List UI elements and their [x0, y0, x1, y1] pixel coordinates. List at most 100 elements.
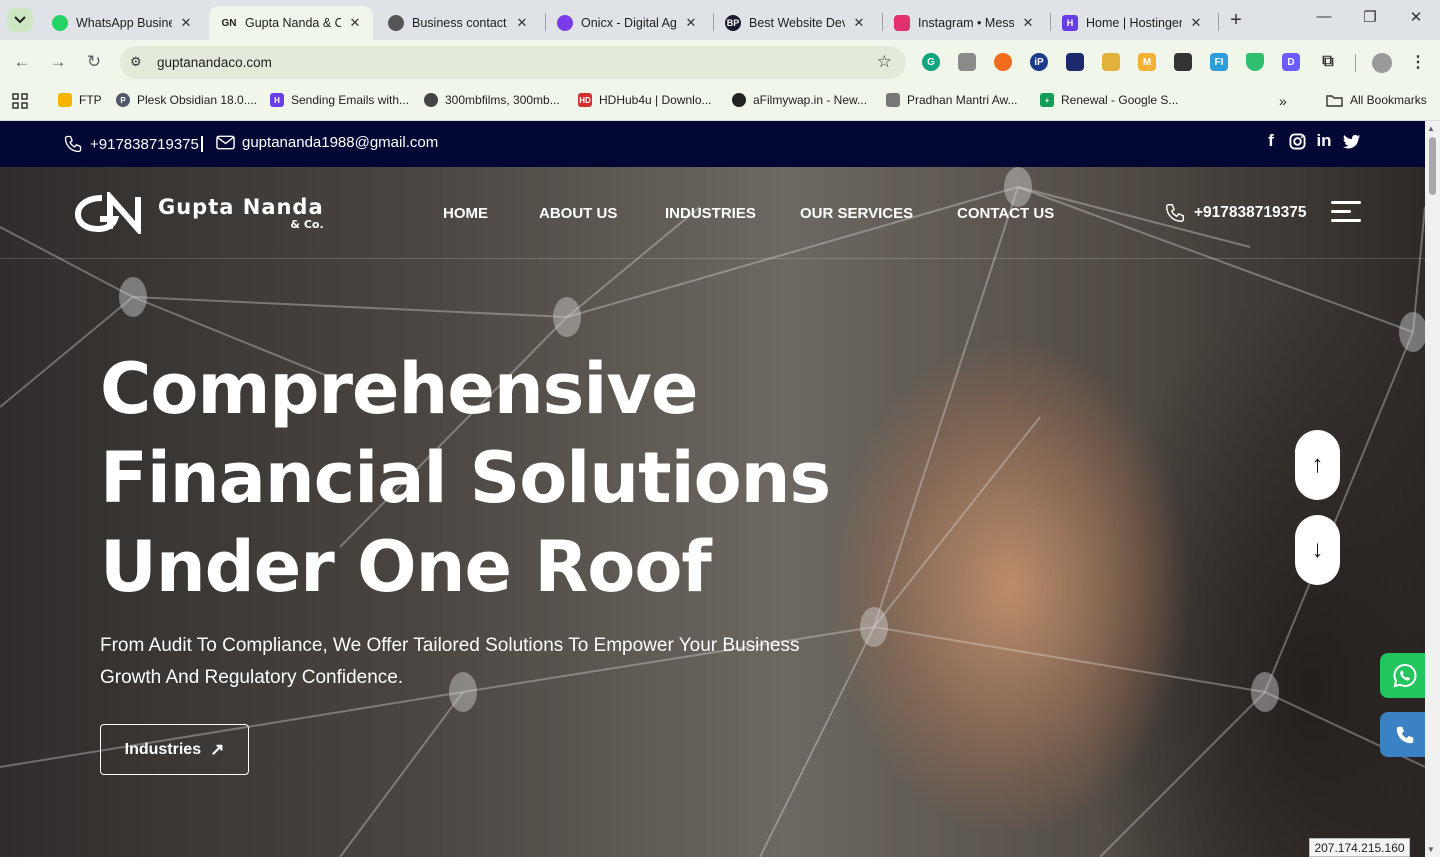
bookmark-sending-emails[interactable]: H Sending Emails with...	[270, 93, 409, 107]
address-bar[interactable]: ⚙ guptanandaco.com ☆	[120, 46, 906, 79]
nav-industries[interactable]: INDUSTRIES	[665, 205, 756, 222]
tab-title: Business contact in	[412, 16, 508, 30]
d-extension-icon[interactable]: D	[1282, 53, 1300, 71]
back-icon[interactable]: ←	[11, 52, 33, 72]
page-scrollbar[interactable]: ▲ ▼	[1425, 121, 1440, 857]
bookmarks-bar: FTP P Plesk Obsidian 18.0.... H Sending Em…	[0, 85, 1440, 121]
bookmark-hdhub4u[interactable]: HD HDHub4u | Downlo...	[578, 93, 712, 107]
window-close-icon[interactable]: ✕	[1404, 8, 1428, 26]
shield-icon[interactable]	[1246, 53, 1264, 71]
arrow-down-icon: ↓	[1311, 536, 1324, 563]
bookmark-plesk[interactable]: P Plesk Obsidian 18.0....	[116, 93, 257, 107]
apps-grid-icon[interactable]	[12, 93, 28, 109]
close-icon[interactable]: ✕	[178, 15, 194, 31]
tab-title: Best Website Deve	[749, 16, 845, 30]
minimize-icon[interactable]: —	[1312, 8, 1336, 25]
industries-button[interactable]: Industries ↗	[100, 724, 249, 775]
close-icon[interactable]: ✕	[514, 15, 530, 31]
tab-hostinger[interactable]: H Home | Hostinger ✕	[1050, 6, 1214, 40]
restore-icon[interactable]: ❐	[1358, 8, 1382, 26]
topbar-phone[interactable]: +917838719375	[63, 134, 199, 154]
forward-icon[interactable]: →	[47, 52, 69, 72]
bookmark-pradhan-mantri[interactable]: Pradhan Mantri Aw...	[886, 93, 1018, 107]
extension-orange-icon[interactable]	[994, 53, 1012, 71]
instagram-icon[interactable]	[1286, 131, 1308, 155]
all-bookmarks-label: All Bookmarks	[1350, 93, 1427, 107]
hero-subtitle: From Audit To Compliance, We Offer Tailo…	[100, 630, 860, 694]
site-info-icon[interactable]: ⚙	[130, 54, 142, 70]
linkedin-icon[interactable]: in	[1313, 131, 1335, 151]
tab-business-contact[interactable]: Business contact in ✕	[376, 6, 540, 40]
m-extension-icon[interactable]: M	[1138, 53, 1156, 71]
bookmark-renewal[interactable]: + Renewal - Google S...	[1040, 93, 1178, 107]
image-icon[interactable]	[1174, 53, 1192, 71]
hostinger-icon: H	[270, 93, 284, 107]
puzzle-icon[interactable]: ⧉	[1319, 53, 1337, 71]
bookmark-label: Pradhan Mantri Aw...	[907, 93, 1018, 107]
film-icon	[424, 93, 438, 107]
scroll-down-button[interactable]: ↓	[1295, 515, 1340, 585]
openai-icon	[388, 15, 404, 31]
scroll-down-arrow-icon[interactable]: ▼	[1427, 845, 1435, 854]
nav-our-services[interactable]: OUR SERVICES	[800, 205, 913, 222]
avatar[interactable]	[1372, 53, 1392, 73]
fi-extension-icon[interactable]: FI	[1210, 53, 1228, 71]
facebook-icon[interactable]: f	[1260, 131, 1282, 151]
tab-best-website[interactable]: BP Best Website Deve ✕	[713, 6, 877, 40]
toolbar-separator	[1355, 54, 1356, 72]
header-phone[interactable]: +917838719375	[1164, 202, 1307, 224]
scrollbar-thumb[interactable]	[1429, 137, 1436, 195]
hamburger-menu-icon[interactable]	[1331, 201, 1361, 223]
all-bookmarks[interactable]: All Bookmarks	[1326, 93, 1427, 107]
close-icon[interactable]: ✕	[1188, 15, 1204, 31]
logo-suffix: & Co.	[290, 217, 324, 231]
camera-icon[interactable]	[958, 53, 976, 71]
close-icon[interactable]: ✕	[1020, 15, 1036, 31]
header-phone-number: +917838719375	[1194, 204, 1307, 221]
new-tab-button[interactable]: +	[1226, 9, 1246, 32]
nav-contact-us[interactable]: CONTACT US	[957, 205, 1054, 222]
tab-onicx[interactable]: Onicx - Digital Age ✕	[545, 6, 709, 40]
bookmark-label: Renewal - Google S...	[1061, 93, 1179, 107]
tab-gupta-nanda[interactable]: GN Gupta Nanda & Co ✕	[209, 6, 373, 40]
menu-dots-icon[interactable]: ⋮	[1409, 53, 1427, 71]
close-icon[interactable]: ✕	[683, 15, 699, 31]
hero-title-line: Under One Roof	[100, 526, 712, 608]
close-icon[interactable]: ✕	[347, 15, 363, 31]
header-divider	[0, 258, 1425, 259]
bookmark-ftp[interactable]: FTP	[58, 93, 102, 107]
chevron-down-icon	[14, 16, 26, 24]
nav-home[interactable]: HOME	[443, 205, 488, 222]
bookmark-label: FTP	[79, 93, 102, 107]
tab-instagram[interactable]: Instagram • Messa ✕	[882, 6, 1046, 40]
scroll-up-button[interactable]: ↑	[1295, 430, 1340, 500]
hero-title-line: Comprehensive	[100, 348, 698, 430]
whatsapp-button[interactable]	[1380, 653, 1425, 698]
phone-icon	[64, 135, 82, 153]
reload-icon[interactable]: ↻	[83, 52, 105, 72]
ip-address-badge: 207.174.215.160	[1309, 838, 1410, 857]
gn-logo-icon: GN	[221, 15, 237, 31]
call-button[interactable]	[1380, 712, 1425, 757]
mail-icon	[216, 135, 235, 150]
site-logo[interactable]: Gupta Nanda & Co.	[74, 192, 324, 234]
arrow-up-right-icon: ↗	[210, 739, 225, 759]
bookmark-afilmywap[interactable]: aFilmywap.in - New...	[732, 93, 867, 107]
close-icon[interactable]: ✕	[851, 15, 867, 31]
video-icon[interactable]	[1066, 53, 1084, 71]
ip-extension-icon[interactable]: iP	[1030, 53, 1048, 71]
tab-title: Onicx - Digital Age	[581, 16, 677, 30]
bookmarks-overflow-icon[interactable]: »	[1279, 93, 1287, 109]
tab-whatsapp[interactable]: WhatsApp Busines ✕	[40, 6, 204, 40]
bookmark-300mbfilms[interactable]: 300mbfilms, 300mb...	[424, 93, 560, 107]
topbar-email[interactable]: guptananda1988@gmail.com	[216, 134, 438, 151]
bookmark-star-icon[interactable]: ☆	[877, 52, 892, 72]
tab-separator	[1218, 13, 1219, 31]
scroll-up-arrow-icon[interactable]: ▲	[1427, 124, 1435, 133]
nav-about-us[interactable]: ABOUT US	[539, 205, 617, 222]
grammarly-icon[interactable]: G	[922, 53, 940, 71]
url-text[interactable]: guptanandaco.com	[157, 55, 272, 70]
tab-search-button[interactable]	[7, 8, 33, 32]
twitter-icon[interactable]	[1341, 131, 1363, 155]
color-picker-icon[interactable]	[1102, 53, 1120, 71]
